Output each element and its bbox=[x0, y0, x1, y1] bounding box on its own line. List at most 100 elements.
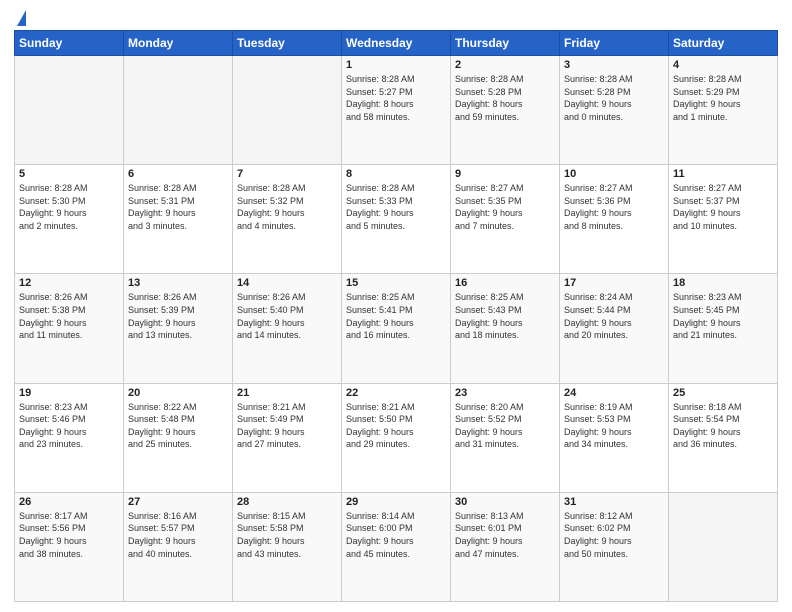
cell-info: Sunrise: 8:27 AM Sunset: 5:36 PM Dayligh… bbox=[564, 182, 664, 232]
cell-info: Sunrise: 8:28 AM Sunset: 5:33 PM Dayligh… bbox=[346, 182, 446, 232]
calendar-week-2: 12 Sunrise: 8:26 AM Sunset: 5:38 PM Dayli… bbox=[15, 274, 778, 383]
calendar-cell: 30Sunrise: 8:13 AM Sunset: 6:01 PM Dayli… bbox=[451, 492, 560, 601]
day-number: 6 bbox=[128, 168, 228, 180]
calendar-cell: 22 Sunrise: 8:21 AM Sunset: 5:50 PM Dayli… bbox=[342, 383, 451, 492]
day-number: 24 bbox=[564, 387, 664, 399]
cell-info: Sunrise: 8:24 AM Sunset: 5:44 PM Dayligh… bbox=[564, 291, 664, 341]
calendar-header-wednesday: Wednesday bbox=[342, 31, 451, 56]
calendar-cell: 6 Sunrise: 8:28 AM Sunset: 5:31 PM Daylig… bbox=[124, 165, 233, 274]
calendar-cell: 9 Sunrise: 8:27 AM Sunset: 5:35 PM Daylig… bbox=[451, 165, 560, 274]
calendar-cell bbox=[15, 56, 124, 165]
calendar-cell: 17Sunrise: 8:24 AM Sunset: 5:44 PM Dayli… bbox=[560, 274, 669, 383]
calendar-header-monday: Monday bbox=[124, 31, 233, 56]
calendar-cell: 20Sunrise: 8:22 AM Sunset: 5:48 PM Dayli… bbox=[124, 383, 233, 492]
cell-info: Sunrise: 8:22 AM Sunset: 5:48 PM Dayligh… bbox=[128, 401, 228, 451]
calendar-cell: 11Sunrise: 8:27 AM Sunset: 5:37 PM Dayli… bbox=[669, 165, 778, 274]
calendar-cell: 24 Sunrise: 8:19 AM Sunset: 5:53 PM Dayli… bbox=[560, 383, 669, 492]
day-number: 19 bbox=[19, 387, 119, 399]
day-number: 22 bbox=[346, 387, 446, 399]
calendar-cell: 10 Sunrise: 8:27 AM Sunset: 5:36 PM Dayli… bbox=[560, 165, 669, 274]
day-number: 21 bbox=[237, 387, 337, 399]
cell-info: Sunrise: 8:28 AM Sunset: 5:29 PM Dayligh… bbox=[673, 73, 773, 123]
cell-info: Sunrise: 8:12 AM Sunset: 6:02 PM Dayligh… bbox=[564, 510, 664, 560]
logo-triangle-icon bbox=[17, 10, 26, 26]
cell-info: Sunrise: 8:28 AM Sunset: 5:32 PM Dayligh… bbox=[237, 182, 337, 232]
calendar-cell: 3Sunrise: 8:28 AM Sunset: 5:28 PM Daylig… bbox=[560, 56, 669, 165]
cell-info: Sunrise: 8:25 AM Sunset: 5:43 PM Dayligh… bbox=[455, 291, 555, 341]
day-number: 5 bbox=[19, 168, 119, 180]
calendar-cell: 15 Sunrise: 8:25 AM Sunset: 5:41 PM Dayli… bbox=[342, 274, 451, 383]
calendar-cell: 7Sunrise: 8:28 AM Sunset: 5:32 PM Daylig… bbox=[233, 165, 342, 274]
cell-info: Sunrise: 8:20 AM Sunset: 5:52 PM Dayligh… bbox=[455, 401, 555, 451]
day-number: 31 bbox=[564, 496, 664, 508]
calendar-cell: 4 Sunrise: 8:28 AM Sunset: 5:29 PM Daylig… bbox=[669, 56, 778, 165]
cell-info: Sunrise: 8:27 AM Sunset: 5:35 PM Dayligh… bbox=[455, 182, 555, 232]
calendar-table: SundayMondayTuesdayWednesdayThursdayFrid… bbox=[14, 30, 778, 602]
calendar-cell: 25 Sunrise: 8:18 AM Sunset: 5:54 PM Dayli… bbox=[669, 383, 778, 492]
cell-info: Sunrise: 8:14 AM Sunset: 6:00 PM Dayligh… bbox=[346, 510, 446, 560]
day-number: 26 bbox=[19, 496, 119, 508]
day-number: 1 bbox=[346, 59, 446, 71]
day-number: 28 bbox=[237, 496, 337, 508]
cell-info: Sunrise: 8:28 AM Sunset: 5:30 PM Dayligh… bbox=[19, 182, 119, 232]
cell-info: Sunrise: 8:26 AM Sunset: 5:39 PM Dayligh… bbox=[128, 291, 228, 341]
calendar-header-saturday: Saturday bbox=[669, 31, 778, 56]
cell-info: Sunrise: 8:28 AM Sunset: 5:31 PM Dayligh… bbox=[128, 182, 228, 232]
calendar-cell: 14Sunrise: 8:26 AM Sunset: 5:40 PM Dayli… bbox=[233, 274, 342, 383]
calendar-cell bbox=[669, 492, 778, 601]
day-number: 15 bbox=[346, 277, 446, 289]
calendar-cell: 28 Sunrise: 8:15 AM Sunset: 5:58 PM Dayli… bbox=[233, 492, 342, 601]
day-number: 8 bbox=[346, 168, 446, 180]
day-number: 4 bbox=[673, 59, 773, 71]
day-number: 27 bbox=[128, 496, 228, 508]
cell-info: Sunrise: 8:28 AM Sunset: 5:27 PM Dayligh… bbox=[346, 73, 446, 123]
cell-info: Sunrise: 8:26 AM Sunset: 5:38 PM Dayligh… bbox=[19, 291, 119, 341]
calendar-cell: 19 Sunrise: 8:23 AM Sunset: 5:46 PM Dayli… bbox=[15, 383, 124, 492]
cell-info: Sunrise: 8:17 AM Sunset: 5:56 PM Dayligh… bbox=[19, 510, 119, 560]
calendar-cell: 2Sunrise: 8:28 AM Sunset: 5:28 PM Daylig… bbox=[451, 56, 560, 165]
day-number: 9 bbox=[455, 168, 555, 180]
cell-info: Sunrise: 8:15 AM Sunset: 5:58 PM Dayligh… bbox=[237, 510, 337, 560]
day-number: 25 bbox=[673, 387, 773, 399]
calendar-cell: 5 Sunrise: 8:28 AM Sunset: 5:30 PM Daylig… bbox=[15, 165, 124, 274]
day-number: 13 bbox=[128, 277, 228, 289]
cell-info: Sunrise: 8:28 AM Sunset: 5:28 PM Dayligh… bbox=[455, 73, 555, 123]
calendar-cell: 18 Sunrise: 8:23 AM Sunset: 5:45 PM Dayli… bbox=[669, 274, 778, 383]
cell-info: Sunrise: 8:27 AM Sunset: 5:37 PM Dayligh… bbox=[673, 182, 773, 232]
calendar-header-friday: Friday bbox=[560, 31, 669, 56]
calendar-week-3: 19 Sunrise: 8:23 AM Sunset: 5:46 PM Dayli… bbox=[15, 383, 778, 492]
calendar-week-1: 5 Sunrise: 8:28 AM Sunset: 5:30 PM Daylig… bbox=[15, 165, 778, 274]
day-number: 29 bbox=[346, 496, 446, 508]
day-number: 3 bbox=[564, 59, 664, 71]
calendar-cell: 29 Sunrise: 8:14 AM Sunset: 6:00 PM Dayli… bbox=[342, 492, 451, 601]
day-number: 10 bbox=[564, 168, 664, 180]
day-number: 12 bbox=[19, 277, 119, 289]
calendar-cell: 21 Sunrise: 8:21 AM Sunset: 5:49 PM Dayli… bbox=[233, 383, 342, 492]
cell-info: Sunrise: 8:23 AM Sunset: 5:46 PM Dayligh… bbox=[19, 401, 119, 451]
cell-info: Sunrise: 8:19 AM Sunset: 5:53 PM Dayligh… bbox=[564, 401, 664, 451]
calendar-cell: 26 Sunrise: 8:17 AM Sunset: 5:56 PM Dayli… bbox=[15, 492, 124, 601]
calendar-cell: 23Sunrise: 8:20 AM Sunset: 5:52 PM Dayli… bbox=[451, 383, 560, 492]
day-number: 18 bbox=[673, 277, 773, 289]
calendar-cell: 16 Sunrise: 8:25 AM Sunset: 5:43 PM Dayli… bbox=[451, 274, 560, 383]
day-number: 14 bbox=[237, 277, 337, 289]
calendar-week-4: 26 Sunrise: 8:17 AM Sunset: 5:56 PM Dayli… bbox=[15, 492, 778, 601]
cell-info: Sunrise: 8:21 AM Sunset: 5:50 PM Dayligh… bbox=[346, 401, 446, 451]
header bbox=[14, 10, 778, 24]
calendar-cell: 8 Sunrise: 8:28 AM Sunset: 5:33 PM Daylig… bbox=[342, 165, 451, 274]
calendar-header-sunday: Sunday bbox=[15, 31, 124, 56]
cell-info: Sunrise: 8:16 AM Sunset: 5:57 PM Dayligh… bbox=[128, 510, 228, 560]
calendar-cell: 1 Sunrise: 8:28 AM Sunset: 5:27 PM Daylig… bbox=[342, 56, 451, 165]
calendar-week-0: 1 Sunrise: 8:28 AM Sunset: 5:27 PM Daylig… bbox=[15, 56, 778, 165]
day-number: 16 bbox=[455, 277, 555, 289]
cell-info: Sunrise: 8:18 AM Sunset: 5:54 PM Dayligh… bbox=[673, 401, 773, 451]
calendar-cell: 31 Sunrise: 8:12 AM Sunset: 6:02 PM Dayli… bbox=[560, 492, 669, 601]
calendar-header-row: SundayMondayTuesdayWednesdayThursdayFrid… bbox=[15, 31, 778, 56]
cell-info: Sunrise: 8:21 AM Sunset: 5:49 PM Dayligh… bbox=[237, 401, 337, 451]
cell-info: Sunrise: 8:23 AM Sunset: 5:45 PM Dayligh… bbox=[673, 291, 773, 341]
calendar-cell: 13 Sunrise: 8:26 AM Sunset: 5:39 PM Dayli… bbox=[124, 274, 233, 383]
calendar-header-thursday: Thursday bbox=[451, 31, 560, 56]
logo bbox=[14, 10, 26, 24]
cell-info: Sunrise: 8:25 AM Sunset: 5:41 PM Dayligh… bbox=[346, 291, 446, 341]
calendar-cell: 27 Sunrise: 8:16 AM Sunset: 5:57 PM Dayli… bbox=[124, 492, 233, 601]
